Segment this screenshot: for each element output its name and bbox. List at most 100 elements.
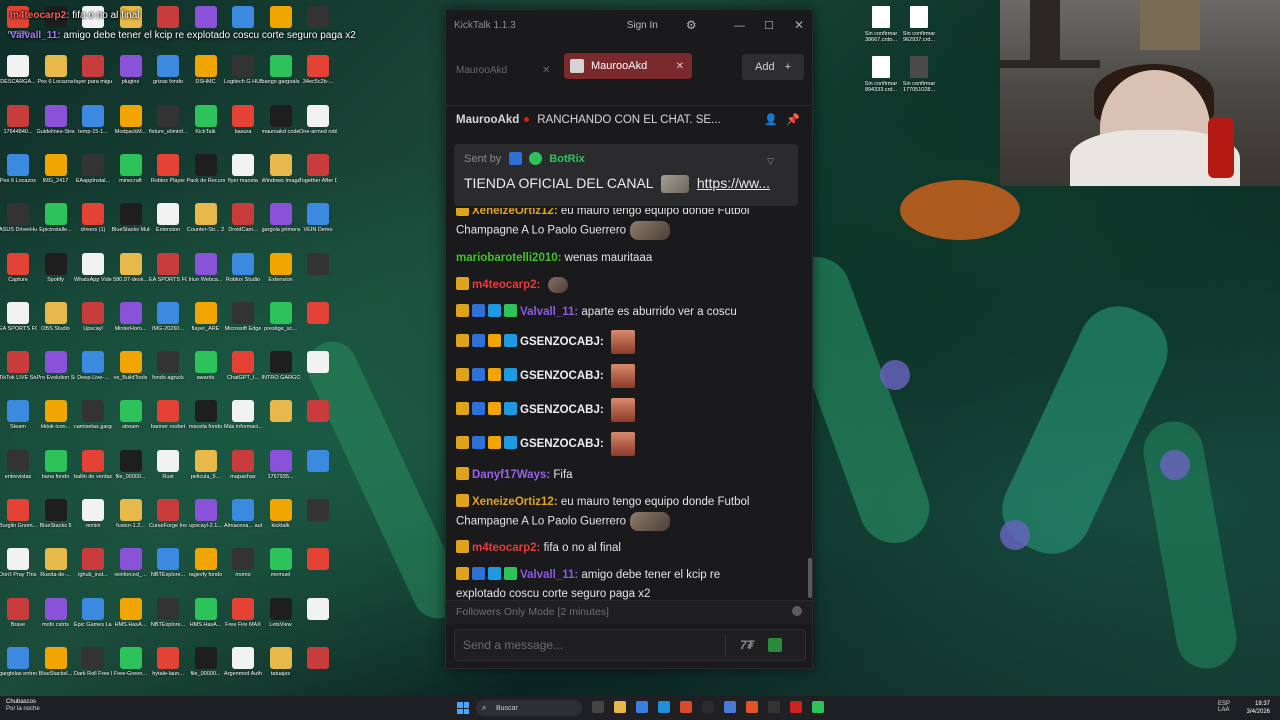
desktop-icon[interactable]: [300, 596, 336, 642]
taskbar-clock[interactable]: 18:37 3/4/2026: [1247, 700, 1270, 716]
desktop-icon[interactable]: fixture_eliminf...: [149, 103, 187, 149]
app-icon[interactable]: [790, 701, 802, 713]
app-icon[interactable]: [680, 701, 692, 713]
desktop-icon[interactable]: [300, 398, 336, 444]
desktop-icon[interactable]: tatuajes: [263, 645, 299, 691]
kicktalk-taskbar-icon[interactable]: [812, 701, 824, 713]
desktop-icon[interactable]: Más informaci...: [224, 398, 262, 444]
minimize-icon[interactable]: —: [734, 20, 745, 32]
add-channel-button[interactable]: Add +: [742, 54, 804, 80]
desktop-icon[interactable]: Free Fire MAX: [225, 596, 261, 642]
chat-username[interactable]: Valvall_11:: [520, 306, 578, 318]
desktop-icon[interactable]: ballin de verdad: [74, 448, 112, 494]
chat-username[interactable]: GSENZOCABJ:: [520, 370, 604, 382]
desktop-icon[interactable]: Extension: [263, 251, 299, 297]
desktop-icon[interactable]: IMG-20260...: [150, 300, 186, 346]
desktop-icon[interactable]: KickTalk: [188, 103, 224, 149]
desktop-icon[interactable]: INTRO GARGO...: [262, 349, 300, 395]
desktop-icon[interactable]: LetsView: [263, 596, 299, 642]
desktop-icon[interactable]: mauroakd code: [262, 103, 299, 149]
desktop-icon[interactable]: fayer para miguel: [74, 53, 112, 99]
chat-username[interactable]: GSENZOCABJ:: [520, 438, 604, 450]
desktop-icon[interactable]: Windows Image 2026: [262, 152, 300, 198]
desktop-icon[interactable]: maceta fondo: [188, 398, 224, 444]
desktop-icon[interactable]: flyer maceta: [225, 152, 261, 198]
desktop-icon[interactable]: Roblox Studio: [225, 251, 261, 297]
brave-icon[interactable]: [746, 701, 758, 713]
desktop-icon[interactable]: pelicula_9...: [188, 448, 224, 494]
chat-username[interactable]: mariobarotelli2010:: [456, 252, 561, 264]
desktop-icon[interactable]: remini: [75, 497, 111, 543]
desktop-icon[interactable]: DESCARGA...: [0, 53, 36, 99]
weather-widget[interactable]: Chubascos Por la noche: [6, 699, 40, 713]
task-view-icon[interactable]: [592, 701, 604, 713]
desktop-icon[interactable]: stream: [113, 398, 149, 444]
desktop-icon[interactable]: upscayl-2.1...: [188, 497, 224, 543]
desktop-icon[interactable]: fusion-1.2...: [113, 497, 149, 543]
desktop-icon[interactable]: 34ec5c2b-...: [300, 53, 336, 99]
desktop-icon[interactable]: [300, 497, 336, 543]
desktop-icon[interactable]: DroidCam...: [225, 201, 261, 247]
gear-icon[interactable]: ⚙: [686, 19, 698, 31]
scrollbar[interactable]: [808, 558, 812, 598]
desktop-icon[interactable]: lghub_inst...: [75, 546, 111, 592]
desktop-icon[interactable]: [300, 546, 336, 592]
desktop-icon[interactable]: [300, 4, 336, 50]
desktop-icon[interactable]: minecraft: [113, 152, 149, 198]
chat-username[interactable]: XeneizeOrtiz12:: [472, 208, 558, 217]
desktop-icon[interactable]: ASUS DriverHub: [0, 201, 37, 247]
desktop-icon[interactable]: EA SPORTS FC 26: [149, 251, 187, 297]
desktop-icon[interactable]: Microsoft Edge: [225, 300, 261, 346]
desktop-icon[interactable]: gargola primera...: [262, 201, 300, 247]
desktop-icon[interactable]: grizas fondo: [150, 53, 186, 99]
desktop-icon[interactable]: Pack de Recursos-...: [187, 152, 225, 198]
desktop-icon[interactable]: Pes 6 Locazos: [37, 53, 74, 99]
desktop-icon[interactable]: [300, 251, 336, 297]
desktop-icon[interactable]: memuel: [263, 546, 299, 592]
taskbar-search[interactable]: ⌕ Buscar: [476, 700, 582, 716]
desktop-icon[interactable]: mofo cstrts: [38, 596, 74, 642]
desktop-icon[interactable]: OBS Studio: [38, 300, 74, 346]
desktop-icon[interactable]: ragevfy fondo: [188, 546, 224, 592]
chevron-down-icon[interactable]: ▽: [767, 156, 774, 167]
desktop-icon[interactable]: gargtolas entrevistas: [0, 645, 37, 691]
desktop-icon[interactable]: MinterHoro...: [113, 300, 149, 346]
desktop-icon[interactable]: [188, 4, 224, 50]
desktop-icon[interactable]: 17644840...: [0, 103, 36, 149]
desktop-icon[interactable]: [300, 645, 336, 691]
desktop-icon[interactable]: Guidelines-Streams: [37, 103, 75, 149]
store-icon[interactable]: [658, 701, 670, 713]
desktop-icon[interactable]: 580.97-desk...: [113, 251, 149, 297]
desktop-icon[interactable]: HMS.HasA...: [113, 596, 149, 642]
desktop-icon[interactable]: bango gargoals: [262, 53, 299, 99]
explorer-icon[interactable]: [614, 701, 626, 713]
desktop-icon[interactable]: reinforced_...: [113, 546, 149, 592]
desktop-icon[interactable]: vs_BuildTools: [113, 349, 149, 395]
desktop-icon[interactable]: BlueStacksI...: [38, 645, 74, 691]
desktop-icon[interactable]: Deep-Live-...: [75, 349, 111, 395]
desktop-icon[interactable]: bana fondo: [38, 448, 74, 494]
desktop-icon[interactable]: Argenmod Auth: [224, 645, 262, 691]
kick-emote-icon[interactable]: [768, 638, 783, 652]
desktop-icon[interactable]: EAappInstal...: [75, 152, 111, 198]
desktop-icon[interactable]: DSHMC: [188, 53, 224, 99]
desktop-icon[interactable]: Together After Dark: [299, 152, 337, 198]
desktop-icon[interactable]: Don't Pray This Demon: [0, 546, 37, 592]
desktop-icon[interactable]: Spotify: [38, 251, 74, 297]
desktop-icon[interactable]: NBTExplore...: [150, 596, 186, 642]
desktop-icon[interactable]: Epic Games Launcher: [74, 596, 112, 642]
desktop-icon[interactable]: NBTExplore...: [150, 546, 186, 592]
system-tray[interactable]: ESP LAA: [1218, 701, 1230, 713]
desktop-icon[interactable]: [150, 4, 186, 50]
desktop-icon[interactable]: Rueda-de-...: [38, 546, 74, 592]
chat-username[interactable]: m4teocarp2:: [472, 542, 540, 554]
desktop-file-icon[interactable]: Sin confirmar 177051028...: [900, 56, 938, 116]
app-icon[interactable]: [702, 701, 714, 713]
pinned-link[interactable]: https://ww...: [697, 175, 770, 191]
desktop-icon[interactable]: mapashax: [225, 448, 261, 494]
desktop-icon[interactable]: kicktalk: [263, 497, 299, 543]
desktop-icon[interactable]: Pes 6 Locazos: [0, 152, 36, 198]
desktop-icon[interactable]: ModpackM...: [113, 103, 149, 149]
pin-icon[interactable]: 📌: [786, 113, 800, 126]
chat-username[interactable]: GSENZOCABJ:: [520, 336, 604, 348]
